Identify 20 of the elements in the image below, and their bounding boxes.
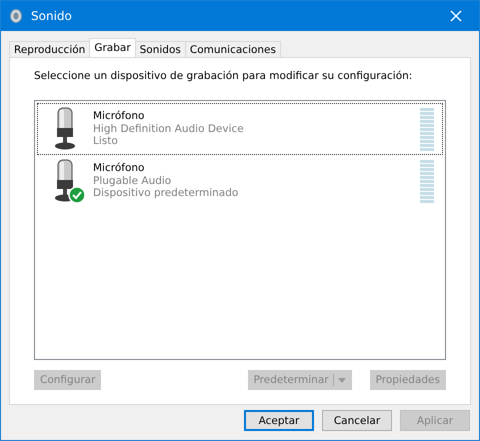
window-title: Sonido	[31, 9, 73, 23]
level-meter	[420, 108, 434, 151]
level-meter	[420, 160, 434, 203]
device-item[interactable]: Micrófono High Definition Audio Device Listo	[37, 103, 443, 155]
device-item[interactable]: Micrófono Plugable Audio Dispositivo predeterminado	[37, 155, 443, 207]
device-status: Dispositivo predeterminado	[93, 187, 240, 200]
device-name: Micrófono	[93, 162, 146, 175]
button[interactable]: Cancelar	[322, 410, 392, 431]
caret-icon	[338, 378, 346, 382]
tab[interactable]: Grabar	[89, 38, 136, 57]
device-name: Micrófono	[93, 110, 146, 123]
device-description: High Definition Audio Device	[93, 122, 245, 136]
device-status: Listo	[93, 135, 119, 148]
device-description: Plugable Audio	[93, 174, 172, 188]
tab[interactable]: Comunicaciones	[184, 41, 281, 57]
speaker-icon	[10, 9, 22, 23]
close-icon	[450, 10, 462, 22]
tab[interactable]: Reproducción	[9, 41, 90, 57]
instruction-text: Seleccione un dispositivo de grabación para modificar su configuración:	[34, 70, 414, 82]
button[interactable]: Aceptar	[244, 410, 314, 431]
